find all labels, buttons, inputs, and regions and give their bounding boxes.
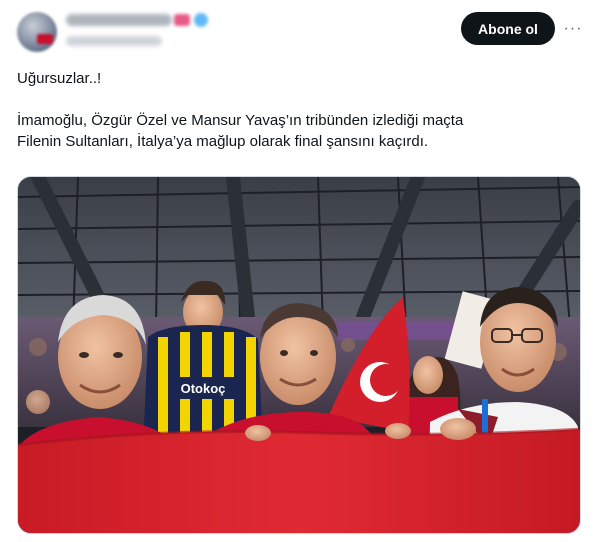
tweet-line-3: İmamoğlu, Özgür Özel ve Mansur Yavaş’ın … xyxy=(17,112,464,129)
author-info[interactable] xyxy=(66,12,266,52)
photo-illustration: Otokoç xyxy=(18,177,580,533)
tweet-line-1: Uğursuzlar..! xyxy=(17,70,102,87)
follow-button[interactable]: Abone ol xyxy=(461,12,555,45)
tweet-text: Uğursuzlar..! İmamoğlu, Özgür Özel ve Ma… xyxy=(17,68,577,152)
more-horizontal-icon[interactable]: ··· xyxy=(560,16,586,42)
tweet-line-gap xyxy=(17,89,577,110)
author-avatar[interactable] xyxy=(17,12,57,52)
tweet-card: Abone ol ··· Uğursuzlar..! İmamoğlu, Özg… xyxy=(0,0,597,542)
tweet-photo[interactable]: Otokoç xyxy=(17,176,581,534)
jersey-sponsor-text: Otokoç xyxy=(181,381,226,396)
verified-badge-icon xyxy=(194,13,208,27)
author-name-blurred[interactable] xyxy=(66,14,172,26)
author-handle-blurred[interactable] xyxy=(66,36,162,46)
tweet-line-4: Filenin Sultanları, İtalya’ya mağlup ola… xyxy=(17,133,429,150)
turkish-flag-front xyxy=(18,429,580,533)
avatar-flag-detail xyxy=(37,34,53,44)
red-badge-icon xyxy=(174,14,190,26)
